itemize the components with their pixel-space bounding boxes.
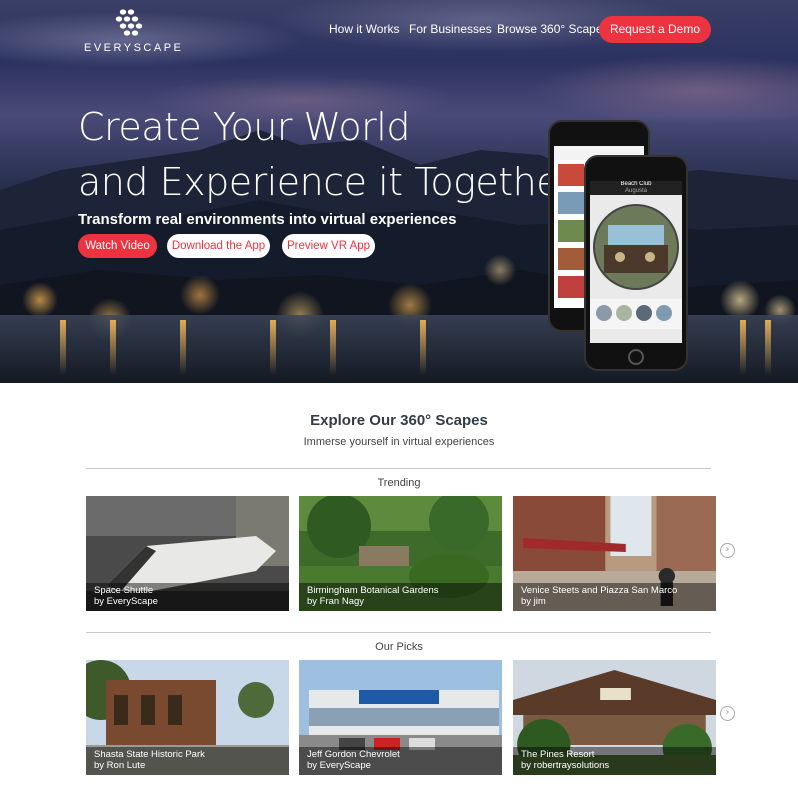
card-author: by Ron Lute	[94, 760, 146, 771]
picks-label: Our Picks	[375, 641, 423, 653]
app-scene-title: Beach Club	[620, 181, 652, 187]
light-reflection	[180, 320, 186, 375]
trending-label: Trending	[377, 477, 421, 489]
card-title: Jeff Gordon Chevrolet	[307, 749, 400, 760]
card-author: by robertraysolutions	[521, 760, 610, 771]
trending-next-arrow-icon[interactable]: ›	[720, 543, 735, 558]
light-reflection	[330, 320, 336, 375]
scape-card-pines-resort[interactable]: The Pines Resort by robertraysolutions	[513, 660, 716, 775]
card-title: Shasta State Historic Park	[94, 749, 205, 760]
light-reflection	[765, 320, 771, 375]
picks-divider	[86, 632, 711, 633]
light-reflection	[740, 320, 746, 375]
hero-headline-line1: Create Your World	[78, 105, 410, 149]
phone-home-button	[628, 349, 644, 365]
card-caption: Venice Steets and Piazza San Marco by ji…	[513, 583, 716, 611]
card-caption: Birmingham Botanical Gardens by Fran Nag…	[299, 583, 502, 611]
scape-card-shasta[interactable]: Shasta State Historic Park by Ron Lute	[86, 660, 289, 775]
preview-vr-button[interactable]: Preview VR App	[282, 234, 375, 258]
light-reflection	[420, 320, 426, 375]
scape-card-space-shuttle[interactable]: Space Shuttle by EveryScape	[86, 496, 289, 611]
app-scene-subtitle: Augusta	[624, 188, 648, 194]
logo-mark-icon	[115, 9, 143, 36]
nav-for-businesses[interactable]: For Businesses	[409, 22, 492, 36]
scape-card-chevrolet[interactable]: Jeff Gordon Chevrolet by EveryScape	[299, 660, 502, 775]
scape-card-botanical-gardens[interactable]: Birmingham Botanical Gardens by Fran Nag…	[299, 496, 502, 611]
scape-card-venice[interactable]: Venice Steets and Piazza San Marco by ji…	[513, 496, 716, 611]
brand-logo[interactable]: EVERYSCAPE	[84, 8, 184, 54]
card-title: Venice Steets and Piazza San Marco	[521, 585, 678, 596]
request-demo-button[interactable]: Request a Demo	[599, 16, 711, 43]
card-caption: Space Shuttle by EveryScape	[86, 583, 289, 611]
picks-next-arrow-icon[interactable]: ›	[720, 706, 735, 721]
light-reflection	[60, 320, 66, 375]
card-author: by EveryScape	[307, 760, 371, 771]
card-author: by Fran Nagy	[307, 596, 365, 607]
nav-how-it-works[interactable]: How it Works	[329, 22, 399, 36]
card-author: by EveryScape	[94, 596, 158, 607]
download-app-button[interactable]: Download the App	[167, 234, 270, 258]
phone-front: Beach Club Augusta	[584, 155, 688, 371]
card-caption: Jeff Gordon Chevrolet by EveryScape	[299, 747, 502, 775]
trending-divider	[86, 468, 711, 469]
hero-headline-line2: and Experience it Together	[78, 160, 575, 204]
card-caption: The Pines Resort by robertraysolutions	[513, 747, 716, 775]
panorama-preview[interactable]	[590, 195, 682, 343]
hero-subhead: Transform real environments into virtual…	[78, 211, 457, 228]
card-author: by jim	[521, 596, 546, 607]
card-caption: Shasta State Historic Park by Ron Lute	[86, 747, 289, 775]
card-title: Space Shuttle	[94, 585, 154, 596]
explore-subtitle: Immerse yourself in virtual experiences	[303, 436, 495, 448]
light-reflection	[110, 320, 116, 375]
explore-title: Explore Our 360° Scapes	[310, 412, 488, 429]
watch-video-button[interactable]: Watch Video	[78, 234, 157, 258]
phone-front-screen: Beach Club Augusta	[590, 181, 682, 343]
logo-wordmark: EVERYSCAPE	[84, 42, 184, 54]
app-header: Beach Club Augusta	[590, 181, 682, 195]
card-title: Birmingham Botanical Gardens	[307, 585, 439, 596]
card-title: The Pines Resort	[521, 749, 595, 760]
nav-browse-scapes[interactable]: Browse 360° Scapes	[497, 22, 609, 36]
light-reflection	[270, 320, 276, 375]
